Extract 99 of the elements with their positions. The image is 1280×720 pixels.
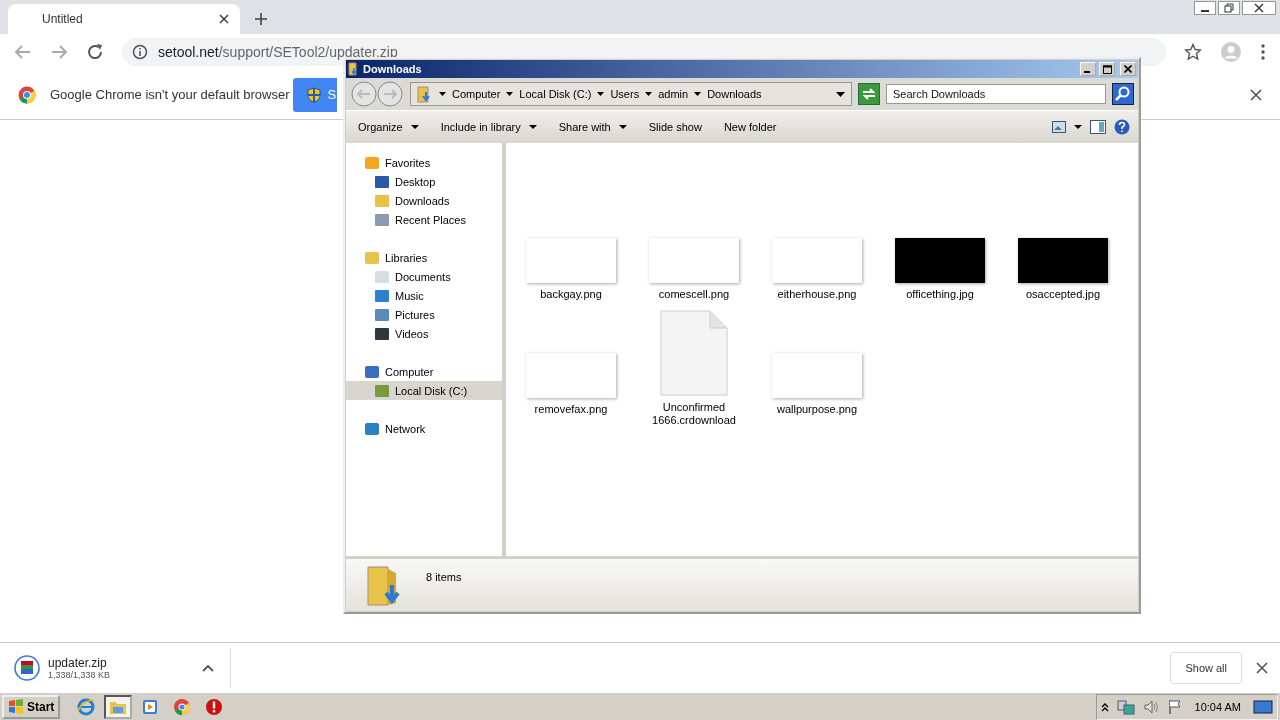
file-name: backgay.png [540, 288, 602, 301]
file-item[interactable]: removefax.png [516, 310, 626, 425]
chrome-logo-icon [173, 697, 192, 716]
search-icon[interactable] [1112, 83, 1134, 105]
nav-item[interactable]: Recent Places [346, 210, 502, 229]
nav-item[interactable]: Favorites [346, 153, 502, 172]
file-name: Unconfirmed 1666.crdownload [651, 401, 737, 427]
chevron-up-icon[interactable] [1100, 701, 1109, 712]
default-browser-message: Google Chrome isn't your default browser [50, 87, 290, 102]
toolbar-button[interactable]: Share with [554, 121, 631, 133]
download-item[interactable]: updater.zip 1,338/1,338 KB [14, 647, 231, 688]
file-item[interactable]: wallpurpose.png [762, 310, 872, 425]
caret-icon[interactable] [1074, 125, 1082, 129]
caret-icon[interactable] [202, 663, 214, 672]
breadcrumb-item[interactable]: Local Disk (C:) [519, 88, 592, 100]
file-name: wallpurpose.png [776, 403, 858, 416]
nav-item[interactable]: Computer [346, 362, 502, 381]
close-icon[interactable] [1256, 661, 1268, 674]
windows-logo-icon [8, 698, 24, 715]
maximize-button[interactable] [1099, 62, 1115, 76]
minimize-button[interactable] [1080, 62, 1096, 76]
taskbar-app-button[interactable] [104, 694, 133, 719]
file-item[interactable]: officething.jpg [885, 195, 995, 310]
address-bar[interactable]: Computer Local Disk (C:) Users admin Downloads [410, 82, 852, 106]
item-count: 8 items [426, 571, 462, 583]
nav-item[interactable]: Videos [346, 324, 502, 343]
toolbar-button[interactable]: Slide show [644, 121, 706, 133]
breadcrumb-item[interactable]: Downloads [707, 88, 762, 100]
view-icon[interactable] [1052, 121, 1066, 133]
shield-icon [307, 86, 322, 103]
file-item[interactable]: comescell.png [639, 195, 749, 310]
file-name: officething.jpg [906, 288, 974, 301]
breadcrumb-item[interactable]: Computer [452, 88, 501, 100]
minimize-icon[interactable] [1194, 1, 1216, 15]
reload-icon[interactable] [86, 43, 104, 61]
new-tab-icon[interactable] [254, 12, 268, 26]
back-forward-icon[interactable] [350, 80, 404, 108]
window-title: Downloads [363, 63, 422, 75]
file-name: comescell.png [658, 288, 730, 301]
url-text: setool.net/support/SETool2/updater.zip [158, 44, 398, 60]
nav-item[interactable]: Pictures [346, 305, 502, 324]
maximize-icon [1102, 64, 1112, 74]
nav-item[interactable]: Network [346, 419, 502, 438]
show-desktop-icon[interactable] [1253, 698, 1273, 715]
caret-icon[interactable] [506, 92, 514, 96]
refresh-icon[interactable] [858, 83, 880, 105]
bookmark-star-icon[interactable] [1184, 43, 1202, 61]
nav-item[interactable]: Downloads [346, 191, 502, 210]
globe-e-icon [77, 697, 96, 716]
caret-icon[interactable] [836, 91, 845, 97]
close-icon[interactable] [1242, 1, 1276, 15]
file-name: eitherhouse.png [777, 288, 857, 301]
chrome-logo-icon [18, 85, 36, 104]
download-file-name: updater.zip [48, 655, 108, 670]
file-name: removefax.png [534, 403, 608, 416]
stop-sign-icon [205, 697, 224, 716]
set-default-button[interactable]: S [293, 77, 338, 112]
nav-item[interactable]: Libraries [346, 248, 502, 267]
close-icon[interactable] [218, 13, 230, 25]
file-item[interactable]: osaccepted.jpg [1008, 195, 1118, 310]
play-icon [142, 698, 159, 715]
download-size: 1,338/1,338 KB [48, 669, 112, 680]
nav-item[interactable]: Documents [346, 267, 502, 286]
file-item[interactable]: backgay.png [516, 195, 626, 310]
archive-icon [14, 654, 40, 681]
nav-item[interactable]: Desktop [346, 172, 502, 191]
nav-item[interactable]: Local Disk (C:) [346, 381, 502, 400]
toolbar-button[interactable]: Include in library [436, 121, 541, 133]
preview-pane-icon[interactable] [1090, 120, 1106, 134]
info-icon[interactable] [132, 44, 148, 60]
caret-icon [528, 125, 537, 129]
file-item[interactable]: eitherhouse.png [762, 195, 872, 310]
tab-title: Untitled [42, 12, 84, 26]
toolbar-button[interactable]: Organize [354, 121, 423, 133]
caret-icon[interactable] [597, 92, 605, 96]
caret-icon[interactable] [439, 92, 446, 96]
breadcrumb-item[interactable]: Users [610, 88, 640, 100]
clock: 10:04 AM [1194, 700, 1241, 713]
speaker-icon[interactable] [1142, 698, 1159, 715]
restore-icon[interactable] [1218, 1, 1240, 15]
caret-icon [410, 125, 419, 129]
browser-tab[interactable]: Untitled [8, 4, 240, 34]
close-button[interactable] [1120, 62, 1136, 76]
close-icon [1124, 65, 1132, 73]
file-item[interactable]: Unconfirmed 1666.crdownload [639, 310, 749, 425]
breadcrumb-item[interactable]: admin [658, 88, 689, 100]
nav-item[interactable]: Music [346, 286, 502, 305]
start-button[interactable]: Start [2, 694, 61, 719]
caret-icon[interactable] [645, 92, 653, 96]
show-all-button[interactable]: Show all [1170, 651, 1242, 684]
search-field[interactable]: Search Downloads [886, 84, 1106, 104]
menu-icon[interactable] [1260, 43, 1266, 61]
caret-icon [618, 125, 627, 129]
flag-icon[interactable] [1166, 698, 1183, 715]
file-name: osaccepted.jpg [1026, 288, 1100, 301]
close-icon[interactable] [1250, 88, 1262, 101]
help-icon[interactable] [1114, 119, 1130, 135]
toolbar-button[interactable]: New folder [719, 121, 781, 133]
caret-icon[interactable] [694, 92, 702, 96]
